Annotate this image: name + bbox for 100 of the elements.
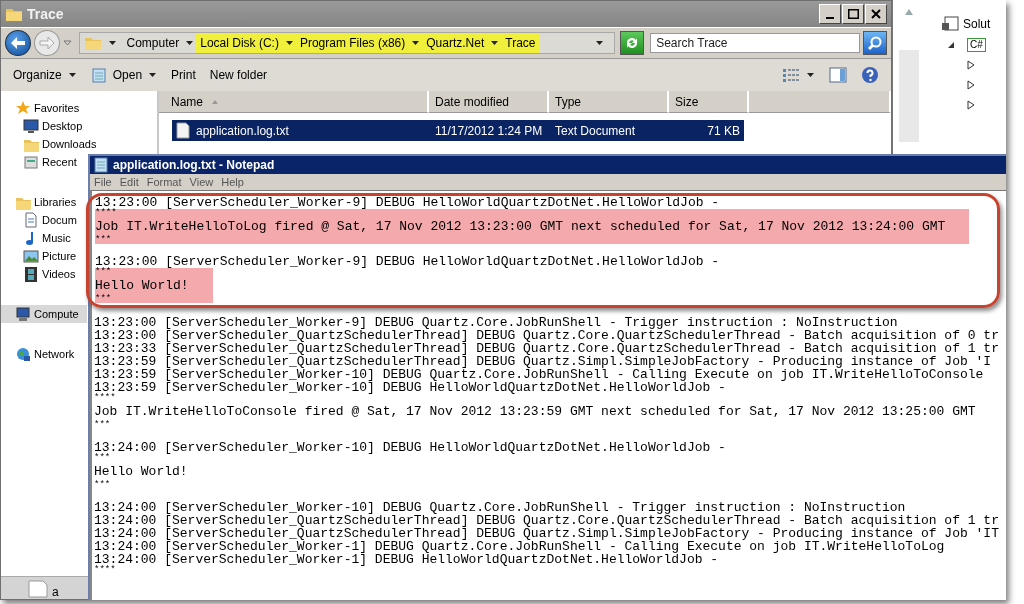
asterisk-line: *** (95, 295, 113, 303)
caret-icon (806, 71, 815, 79)
monitor-icon (23, 118, 39, 134)
nav-item[interactable]: Music (1, 229, 73, 247)
globe-icon (15, 346, 31, 362)
nav-item[interactable]: Favorites (1, 99, 82, 117)
breadcrumb-item[interactable]: Trace (501, 33, 540, 53)
project-item[interactable]: C# (967, 38, 986, 52)
log-message: Hello World! (94, 463, 189, 480)
minimize-button[interactable] (819, 4, 841, 24)
collapse-icon[interactable] (947, 41, 955, 49)
log-line: 13:23:59 [ServerScheduler_QuartzSchedulerThread] DEBUG Quartz.Simpl.SimpleJobFactory - Producing instance of Job 'I (94, 355, 993, 368)
solution-icon (941, 16, 959, 32)
caret-icon (148, 71, 158, 79)
log-line: 13:24:00 [ServerScheduler_Worker-10] DEBUG HelloWorldQuartzDotNet.HelloWorldJob - (94, 441, 727, 454)
nav-item[interactable]: Docum (1, 211, 79, 229)
asterisk-line: *** (95, 236, 113, 244)
button-label: New folder (209, 68, 268, 82)
list-view-icon (782, 68, 800, 82)
asterisk-line: *** (94, 481, 112, 489)
scroll-up-icon (904, 8, 914, 16)
asterisk-line: *** (95, 268, 113, 276)
column-header[interactable]: Date modified (429, 91, 549, 113)
close-icon (871, 9, 881, 19)
button-label: Organize (13, 68, 62, 82)
toolbar-button[interactable]: Organize (7, 64, 83, 86)
column-header[interactable]: Name (159, 91, 429, 113)
window-title: application.log.txt - Notepad (113, 158, 275, 172)
nav-item[interactable]: Desktop (1, 117, 85, 135)
back-button[interactable] (5, 30, 31, 56)
log-message: Hello World! (95, 277, 189, 294)
caret-icon[interactable] (107, 39, 117, 47)
caret-icon (67, 71, 77, 79)
refresh-button[interactable] (620, 31, 645, 55)
menu-item[interactable]: Format (146, 176, 182, 188)
log-line: 13:24:00 [ServerScheduler_QuartzSchedulerThread] DEBUG Quartz.Simpl.SimpleJobFactory - Producing instance of Job 'IT (94, 527, 1000, 540)
address-bar[interactable]: Computer Local Disk (C:) Program Files (x86) Quartz.Net Trace (78, 32, 616, 54)
breadcrumb-item[interactable]: Quartz.Net (422, 33, 489, 53)
menu-item[interactable]: File (94, 176, 112, 188)
notepad-icon (93, 157, 109, 173)
log-line: 13:24:00 [ServerScheduler_QuartzSchedulerThread] DEBUG Quartz.Core.QuartzSchedulerThread - Batch acquisition of 1 tr (94, 514, 1000, 527)
back-arrow-icon (9, 36, 26, 50)
log-line: 13:23:00 [ServerScheduler_Worker-9] DEBUG HelloWorldQuartzDotNet.HelloWorldJob - (95, 196, 721, 209)
caret-icon[interactable] (595, 39, 605, 47)
type-cell-text: Text Document (554, 123, 637, 138)
column-header[interactable]: Size (669, 91, 749, 113)
asterisk-line: *** (94, 421, 112, 429)
log-message: Job IT.WriteHelloToConsole fired @ Sat, 17 Nov 2012 13:23:59 GMT next scheduled for Sat, 17 Nov 2012 13:25:00 GMT (94, 403, 977, 420)
log-line: 13:23:00 [ServerScheduler_Worker-9] DEBUG Quartz.Core.JobRunShell - Trigger instruction : NoInstruction (94, 316, 899, 329)
nav-item[interactable]: Libraries (1, 193, 79, 211)
maximize-icon (847, 9, 859, 19)
minimize-icon (826, 17, 834, 19)
log-line: 13:23:59 [ServerScheduler_Worker-10] DEBUG Quartz.Core.JobRunShell - Calling Execute on job IT.WriteHelloToConsole (94, 368, 985, 381)
nav-item[interactable]: Downloads (1, 135, 99, 153)
asterisk-line: **** (95, 209, 118, 217)
nav-item[interactable]: Recent (1, 153, 79, 171)
sort-arrow-icon (211, 98, 219, 105)
date-cell-text: 11/17/2012 1:24 PM (434, 123, 544, 138)
menu-item[interactable]: Help (221, 176, 244, 188)
details-text: a (52, 585, 59, 599)
breadcrumb-item[interactable]: Program Files (x86) (295, 33, 410, 53)
text-file-icon (176, 122, 190, 139)
tree-item[interactable]: Solut (963, 17, 991, 31)
menu-item[interactable]: View (189, 176, 214, 188)
caret-icon[interactable] (411, 39, 421, 47)
notepad-icon (90, 67, 107, 83)
help-icon (861, 66, 879, 84)
breadcrumb-item[interactable]: Computer (122, 33, 184, 53)
picture-icon (23, 248, 39, 264)
caret-icon[interactable] (185, 39, 195, 47)
column-header[interactable]: Type (549, 91, 669, 113)
nav-item[interactable]: Picture (1, 247, 79, 265)
search-field[interactable]: Search Trace (650, 33, 861, 53)
breadcrumb-item[interactable]: Local Disk (C:) (196, 33, 283, 53)
search-icon (867, 35, 884, 51)
maximize-button[interactable] (842, 4, 864, 24)
toolbar-button[interactable]: Print (165, 64, 202, 86)
log-line: 13:23:59 [ServerScheduler_Worker-10] DEBUG HelloWorldQuartzDotNet.HelloWorldJob - (94, 381, 727, 394)
log-line: 13:24:00 [ServerScheduler_Worker-1] DEBUG Quartz.Core.JobRunShell - Calling Execute on job IT.WriteHelloToLog (94, 540, 946, 553)
asterisk-line: *** (94, 454, 112, 462)
log-line: 13:24:00 [ServerScheduler_Worker-1] DEBUG HelloWorldQuartzDotNet.HelloWorldJob - (94, 553, 720, 566)
close-button[interactable] (865, 4, 887, 24)
asterisk-line: **** (94, 394, 117, 402)
nav-item[interactable]: Compute (1, 305, 87, 323)
pane-icon (829, 67, 847, 83)
log-line: 13:23:00 [ServerScheduler_QuartzSchedulerThread] DEBUG Quartz.Core.QuartzSchedulerThread - Batch acquisition of 0 tr (94, 329, 1000, 342)
caret-icon[interactable] (284, 39, 294, 47)
toolbar-button[interactable]: Open (84, 63, 164, 87)
file-row[interactable]: application.log.txt 11/17/2012 1:24 PM Text Document 71 KB (172, 120, 744, 141)
size-cell-text: 71 KB (706, 123, 741, 138)
star-icon (15, 100, 31, 116)
log-message: Job IT.WriteHelloToLog fired @ Sat, 17 Nov 2012 13:23:00 GMT next scheduled for Sat, 17 Nov 2012 13:24:00 GMT (95, 218, 946, 235)
menu-item[interactable]: Edit (119, 176, 139, 188)
button-label: Open (112, 68, 143, 82)
asterisk-line: **** (94, 566, 117, 574)
nav-item[interactable]: Network (1, 345, 77, 363)
caret-icon[interactable] (490, 39, 500, 47)
nav-item[interactable]: Videos (1, 265, 78, 283)
toolbar-button[interactable]: New folder (203, 64, 274, 86)
search-button[interactable] (863, 31, 887, 55)
